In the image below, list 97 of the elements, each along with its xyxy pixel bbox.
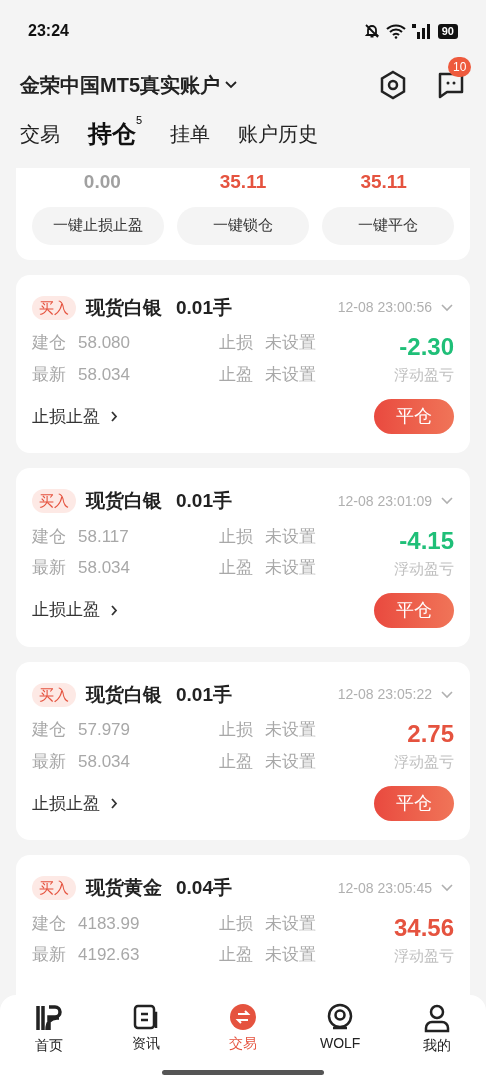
- pnl-label: 浮动盈亏: [394, 558, 454, 579]
- logo-icon: [34, 1003, 63, 1033]
- nav-tab[interactable]: WOLF: [291, 1003, 389, 1056]
- symbol-name: 现货黄金: [86, 876, 162, 900]
- symbol-name: 现货白银: [86, 489, 162, 513]
- stop-loss-value: 未设置: [265, 332, 316, 354]
- field-label: 最新: [32, 557, 66, 579]
- chevron-right-icon: [110, 603, 118, 617]
- tab[interactable]: 持仓: [88, 116, 136, 152]
- field-label: 止损: [219, 912, 253, 935]
- stop-loss-value: 未设置: [265, 719, 316, 741]
- summary-value: 35.11: [359, 170, 408, 194]
- lot-size: 0.01手: [176, 682, 232, 707]
- field-label: 建仓: [32, 912, 66, 935]
- field-label: 止损: [219, 525, 253, 548]
- take-profit-value: 未设置: [265, 750, 316, 773]
- bell-muted-icon: [363, 23, 380, 39]
- stop-loss-value: 未设置: [265, 525, 316, 548]
- field-label: 最新: [32, 750, 66, 773]
- stop-settings-link[interactable]: 止损止盈: [32, 597, 118, 623]
- open-time: 12-08 23:00:56: [337, 298, 432, 318]
- open-price: 57.979: [78, 719, 130, 741]
- status-time: 23:24: [28, 21, 69, 41]
- field-label: 建仓: [32, 332, 66, 354]
- floating-pnl: -2.30: [399, 332, 454, 362]
- nav-tab[interactable]: 我的: [388, 1003, 486, 1056]
- pnl-label: 浮动盈亏: [394, 365, 454, 385]
- battery-level: 90: [437, 23, 458, 39]
- side-badge: 买入: [32, 682, 76, 707]
- last-price: 4192.63: [78, 944, 140, 966]
- open-time: 12-08 23:05:22: [337, 685, 432, 705]
- field-label: 建仓: [32, 525, 66, 548]
- exchange-icon: [229, 1003, 257, 1031]
- settings-icon[interactable]: [378, 70, 408, 100]
- nav-tab[interactable]: 交易: [194, 1003, 292, 1056]
- field-label: 止盈: [219, 557, 253, 579]
- field-label: 止损: [219, 332, 253, 354]
- wifi-icon: [385, 23, 406, 39]
- open-price: 58.080: [78, 332, 130, 354]
- pnl-label: 浮动盈亏: [394, 945, 454, 966]
- take-profit-value: 未设置: [265, 944, 316, 966]
- field-label: 建仓: [32, 719, 66, 741]
- chevron-right-icon: [110, 797, 118, 810]
- target-icon: [326, 1003, 355, 1031]
- last-price: 58.034: [78, 363, 130, 386]
- nav-tab[interactable]: 首页: [0, 1003, 98, 1056]
- floating-pnl: 34.56: [393, 912, 454, 943]
- message-icon[interactable]: [436, 70, 466, 100]
- field-label: 止损: [219, 719, 253, 741]
- stop-settings-link[interactable]: 止损止盈: [32, 790, 118, 817]
- person-icon: [423, 1003, 452, 1033]
- stop-loss-value: 未设置: [265, 912, 316, 935]
- open-time: 12-08 23:01:09: [337, 491, 432, 511]
- action-button[interactable]: 一键止损止盈: [32, 206, 164, 245]
- pnl-label: 浮动盈亏: [394, 752, 454, 772]
- chevron-down-icon[interactable]: [440, 689, 454, 700]
- side-badge: 买入: [32, 295, 76, 320]
- action-button[interactable]: 一键平仓: [322, 206, 454, 245]
- lot-size: 0.01手: [176, 489, 232, 513]
- open-price: 4183.99: [78, 912, 140, 935]
- summary-value: 35.11: [218, 170, 268, 194]
- lot-size: 0.04手: [176, 876, 232, 900]
- field-label: 止盈: [219, 363, 253, 386]
- last-price: 58.034: [78, 750, 130, 773]
- stop-settings-link[interactable]: 止损止盈: [32, 403, 118, 430]
- account-selector[interactable]: 金荣中国MT5真实账户: [20, 70, 238, 100]
- tab[interactable]: 挂单: [170, 119, 211, 149]
- chevron-down-icon: [224, 80, 238, 90]
- tab[interactable]: 交易: [20, 119, 60, 149]
- field-label: 最新: [32, 944, 66, 966]
- chevron-down-icon[interactable]: [440, 883, 454, 894]
- take-profit-value: 未设置: [265, 363, 316, 386]
- take-profit-value: 未设置: [265, 557, 316, 579]
- open-price: 58.117: [78, 525, 129, 548]
- field-label: 止盈: [219, 750, 253, 773]
- chevron-right-icon: [110, 410, 118, 423]
- chevron-down-icon[interactable]: [440, 496, 454, 507]
- side-badge: 买入: [32, 489, 76, 514]
- newspaper-icon: [131, 1003, 160, 1031]
- side-badge: 买入: [32, 876, 76, 901]
- chevron-down-icon[interactable]: [440, 302, 454, 313]
- signal-icon: [411, 23, 432, 39]
- last-price: 58.034: [78, 557, 130, 579]
- symbol-name: 现货白银: [86, 295, 162, 320]
- nav-tab[interactable]: 资讯: [97, 1003, 195, 1056]
- symbol-name: 现货白银: [86, 682, 162, 707]
- position-count: 5: [136, 114, 143, 126]
- field-label: 止盈: [219, 944, 253, 966]
- field-label: 最新: [32, 363, 66, 386]
- action-button[interactable]: 一键锁仓: [177, 206, 309, 245]
- tab[interactable]: 账户历史: [238, 119, 319, 149]
- lot-size: 0.01手: [176, 295, 232, 320]
- floating-pnl: -4.15: [399, 525, 454, 556]
- message-count-badge: 10: [448, 57, 472, 77]
- summary-value: 0.00: [82, 170, 122, 194]
- floating-pnl: 2.75: [407, 719, 454, 749]
- open-time: 12-08 23:05:45: [337, 878, 432, 898]
